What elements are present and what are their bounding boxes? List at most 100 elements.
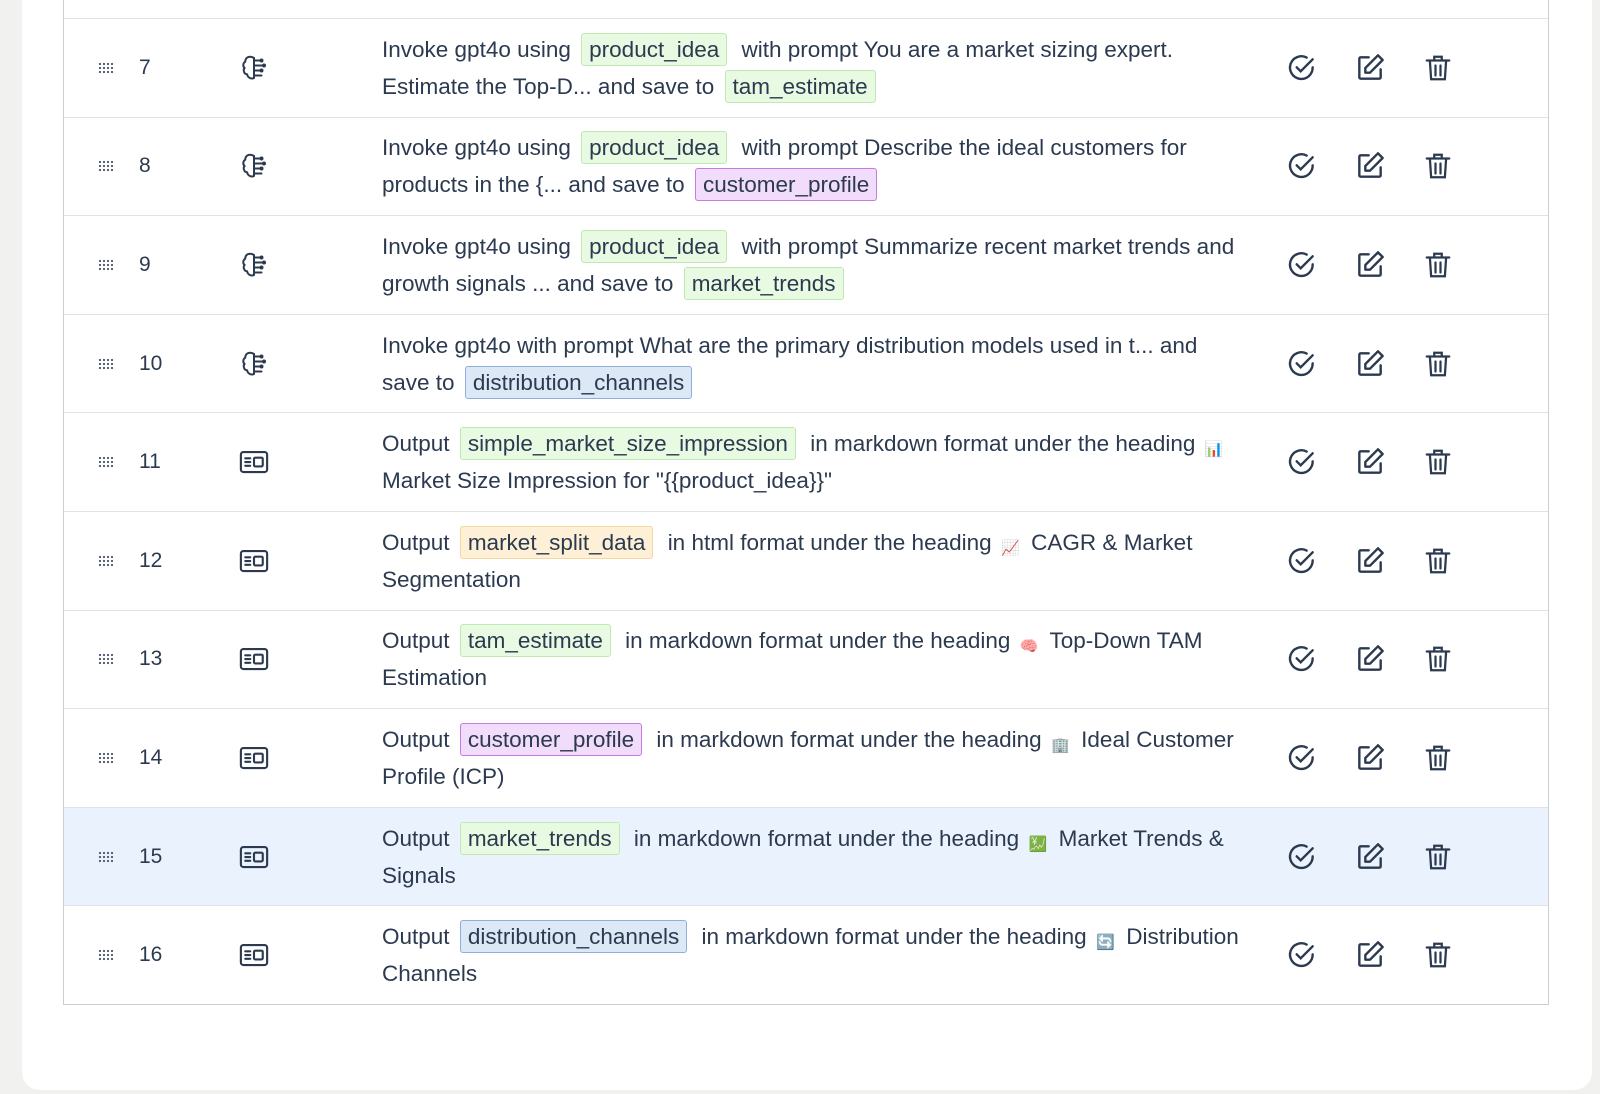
delete-icon[interactable] <box>1421 347 1455 381</box>
variable-chip: distribution_channels <box>459 920 688 954</box>
step-description: Invoke gpt4o with prompt What are the pr… <box>382 327 1242 401</box>
delete-icon[interactable] <box>1421 741 1455 775</box>
delete-icon[interactable] <box>1421 51 1455 85</box>
table-row <box>64 0 1548 18</box>
drag-handle-icon[interactable] <box>98 160 114 173</box>
step-description: Output tam_estimate in markdown format u… <box>382 622 1242 696</box>
approve-icon[interactable] <box>1285 51 1319 85</box>
delete-icon[interactable] <box>1421 544 1455 578</box>
edit-icon[interactable] <box>1353 642 1387 676</box>
brain-icon <box>238 249 270 281</box>
drag-handle-icon[interactable] <box>98 949 114 962</box>
chart-increasing-emoji-icon: 💹 <box>1028 835 1048 853</box>
building-emoji-icon: 🏢 <box>1051 736 1070 754</box>
step-description: Invoke gpt4o using product_idea with pro… <box>382 228 1242 302</box>
step-number: 7 <box>139 55 151 79</box>
steps-table: 7 Invoke gpt4o using product_idea with p… <box>63 0 1549 1005</box>
chart-emoji-icon: 📊 <box>1204 441 1224 459</box>
delete-icon[interactable] <box>1421 149 1455 183</box>
table-row[interactable]: 15 Output market_trends in markdown form… <box>64 806 1548 906</box>
approve-icon[interactable] <box>1285 544 1319 578</box>
step-description: Output simple_market_size_impression in … <box>382 425 1242 499</box>
table-row[interactable]: 7 Invoke gpt4o using product_idea with p… <box>64 18 1548 117</box>
variable-chip: product_idea <box>581 32 728 66</box>
approve-icon[interactable] <box>1285 347 1319 381</box>
edit-icon[interactable] <box>1353 149 1387 183</box>
step-number: 15 <box>139 844 163 868</box>
drag-handle-icon[interactable] <box>98 850 114 863</box>
step-description: Output market_split_data in html format … <box>382 524 1242 598</box>
step-description: Output customer_profile in markdown form… <box>382 721 1242 795</box>
edit-icon[interactable] <box>1353 741 1387 775</box>
drag-handle-icon[interactable] <box>98 456 114 469</box>
edit-icon[interactable] <box>1353 445 1387 479</box>
delete-icon[interactable] <box>1421 938 1455 972</box>
step-number: 11 <box>139 450 161 474</box>
output-icon <box>238 446 270 478</box>
variable-chip: distribution_channels <box>464 365 693 399</box>
edit-icon[interactable] <box>1353 51 1387 85</box>
step-description: Invoke gpt4o using product_idea with pro… <box>382 31 1242 105</box>
edit-icon[interactable] <box>1353 544 1387 578</box>
refresh-emoji-icon: 🔄 <box>1096 934 1115 952</box>
approve-icon[interactable] <box>1285 840 1319 874</box>
output-icon <box>238 742 270 774</box>
drag-handle-icon[interactable] <box>98 554 114 567</box>
trend-emoji-icon: 📈 <box>1001 539 1020 557</box>
table-row[interactable]: 12 Output market_split_data in html form… <box>64 510 1548 610</box>
delete-icon[interactable] <box>1421 840 1455 874</box>
delete-icon[interactable] <box>1421 248 1455 282</box>
approve-icon[interactable] <box>1285 938 1319 972</box>
drag-handle-icon[interactable] <box>98 357 114 370</box>
variable-chip: market_trends <box>459 821 620 855</box>
output-icon <box>238 841 270 873</box>
edit-icon[interactable] <box>1353 347 1387 381</box>
drag-handle-icon[interactable] <box>98 653 114 666</box>
table-row[interactable]: 16 Output distribution_channels in markd… <box>64 905 1548 1004</box>
drag-handle-icon[interactable] <box>98 751 114 764</box>
approve-icon[interactable] <box>1285 149 1319 183</box>
brain-icon <box>238 52 270 84</box>
output-icon <box>238 643 270 675</box>
edit-icon[interactable] <box>1353 938 1387 972</box>
brain-icon <box>238 150 270 182</box>
variable-chip: product_idea <box>581 229 728 263</box>
step-number: 13 <box>139 647 163 671</box>
delete-icon[interactable] <box>1421 445 1455 479</box>
approve-icon[interactable] <box>1285 248 1319 282</box>
approve-icon[interactable] <box>1285 642 1319 676</box>
variable-chip: tam_estimate <box>724 69 876 103</box>
table-row[interactable]: 9 Invoke gpt4o using product_idea with p… <box>64 215 1548 314</box>
variable-chip: market_split_data <box>459 525 654 559</box>
variable-chip: customer_profile <box>459 722 643 756</box>
table-row[interactable]: 8 Invoke gpt4o using product_idea with p… <box>64 116 1548 216</box>
output-icon <box>238 545 270 577</box>
variable-chip: customer_profile <box>694 168 878 202</box>
table-row[interactable]: 10 Invoke gpt4o with prompt What are the… <box>64 313 1548 413</box>
variable-chip: tam_estimate <box>459 624 611 658</box>
drag-handle-icon[interactable] <box>98 258 114 271</box>
step-number: 12 <box>139 548 163 572</box>
step-description: Output market_trends in markdown format … <box>382 820 1242 894</box>
edit-icon[interactable] <box>1353 840 1387 874</box>
brain-icon <box>238 348 270 380</box>
approve-icon[interactable] <box>1285 741 1319 775</box>
step-number: 10 <box>139 351 163 375</box>
step-number: 14 <box>139 745 163 769</box>
output-icon <box>238 939 270 971</box>
drag-handle-icon[interactable] <box>98 61 114 74</box>
delete-icon[interactable] <box>1421 642 1455 676</box>
step-description: Invoke gpt4o using product_idea with pro… <box>382 129 1242 203</box>
edit-icon[interactable] <box>1353 248 1387 282</box>
table-row[interactable]: 11 Output simple_market_size_impression … <box>64 412 1548 511</box>
step-number: 8 <box>139 154 151 178</box>
variable-chip: product_idea <box>581 131 728 165</box>
step-number: 9 <box>139 252 151 276</box>
table-row[interactable]: 14 Output customer_profile in markdown f… <box>64 708 1548 807</box>
step-description: Output distribution_channels in markdown… <box>382 918 1242 992</box>
brain-emoji-icon: 🧠 <box>1019 638 1039 656</box>
approve-icon[interactable] <box>1285 445 1319 479</box>
step-number: 16 <box>139 943 163 967</box>
variable-chip: market_trends <box>683 266 844 300</box>
table-row[interactable]: 13 Output tam_estimate in markdown forma… <box>64 609 1548 709</box>
